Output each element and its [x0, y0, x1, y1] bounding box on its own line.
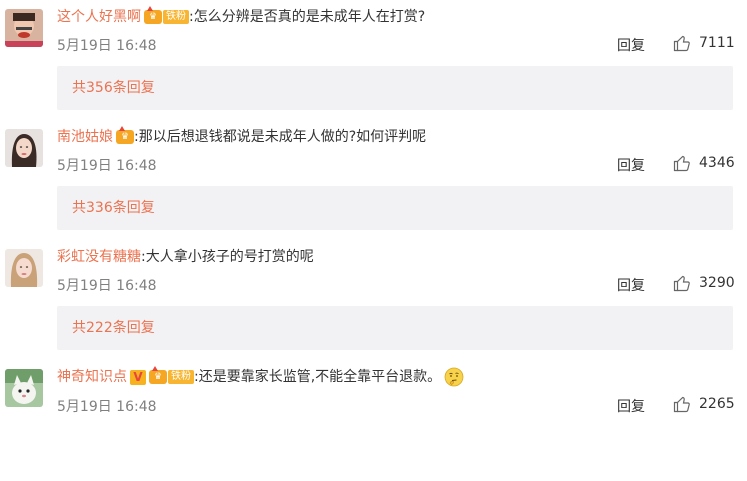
thumbs-up-icon [673, 274, 691, 292]
like-button[interactable]: 7111 [673, 34, 735, 52]
comment-header: 南池姑娘 ♛ : 那以后想退钱都说是未成年人做的?如何评判呢 [57, 126, 426, 148]
username[interactable]: 南池姑娘 [57, 126, 113, 148]
crown-vip-icon: ♛ [144, 6, 162, 24]
timestamp: 5月19日 16:48 [57, 158, 157, 174]
avatar[interactable] [5, 249, 43, 287]
comment-header: 神奇知识点 V ♛ 铁粉 : 还是要靠家长监管,不能全靠平台退款。 [57, 366, 464, 388]
timestamp: 5月19日 16:48 [57, 399, 157, 415]
view-replies-link[interactable]: 共222条回复 [72, 317, 155, 337]
avatar[interactable] [5, 129, 43, 167]
username[interactable]: 彩虹没有糖糖 [57, 246, 141, 268]
comment-text: 大人拿小孩子的号打赏的呢 [145, 249, 314, 265]
timestamp: 5月19日 16:48 [57, 278, 157, 294]
crown-vip-icon: ♛ [149, 366, 167, 384]
like-button[interactable]: 3290 [673, 274, 735, 292]
like-count: 2265 [699, 396, 735, 412]
crown-vip-icon: ♛ [116, 126, 134, 144]
vip-badge[interactable]: ♛ [116, 126, 134, 144]
like-count: 3290 [699, 275, 735, 291]
like-button[interactable]: 4346 [673, 154, 735, 172]
comment-item: 彩虹没有糖糖 : 大人拿小孩子的号打赏的呢 5月19日 16:48 回复 329… [0, 240, 747, 360]
comment-item: 南池姑娘 ♛ : 那以后想退钱都说是未成年人做的?如何评判呢 5月19日 16:… [0, 120, 747, 240]
comment-header: 这个人好黑啊 ♛ 铁粉 : 怎么分辨是否真的是未成年人在打赏? [57, 6, 425, 28]
vip-badge[interactable]: ♛ 铁粉 [149, 366, 194, 384]
reply-button[interactable]: 回复 [617, 35, 645, 55]
replies-bar: 共356条回复 [57, 66, 733, 110]
thumbs-up-icon [673, 34, 691, 52]
reply-button[interactable]: 回复 [617, 396, 645, 416]
reply-button[interactable]: 回复 [617, 275, 645, 295]
username[interactable]: 这个人好黑啊 [57, 6, 141, 28]
reply-button[interactable]: 回复 [617, 155, 645, 175]
vip-badge[interactable]: ♛ 铁粉 [144, 6, 189, 24]
like-count: 4346 [699, 155, 735, 171]
timestamp: 5月19日 16:48 [57, 38, 157, 54]
comment-item: 这个人好黑啊 ♛ 铁粉 : 怎么分辨是否真的是未成年人在打赏? 5月19日 16… [0, 0, 747, 120]
comment-text: 那以后想退钱都说是未成年人做的?如何评判呢 [138, 129, 427, 145]
username[interactable]: 神奇知识点 [57, 366, 127, 388]
thumbs-up-icon [673, 395, 691, 413]
view-replies-link[interactable]: 共336条回复 [72, 197, 155, 217]
comment-text: 怎么分辨是否真的是未成年人在打赏? [193, 9, 426, 25]
v-verified-icon[interactable]: V [130, 369, 146, 385]
avatar[interactable] [5, 9, 43, 47]
like-count: 7111 [699, 35, 735, 51]
like-button[interactable]: 2265 [673, 395, 735, 413]
thumbs-up-icon [673, 154, 691, 172]
comment-header: 彩虹没有糖糖 : 大人拿小孩子的号打赏的呢 [57, 246, 314, 268]
fan-tag: 铁粉 [163, 10, 189, 24]
replies-bar: 共336条回复 [57, 186, 733, 230]
replies-bar: 共222条回复 [57, 306, 733, 350]
fan-tag: 铁粉 [168, 370, 194, 384]
avatar[interactable] [5, 369, 43, 407]
thinking-face-emoji-icon [444, 367, 464, 387]
view-replies-link[interactable]: 共356条回复 [72, 77, 155, 97]
comment-item: 神奇知识点 V ♛ 铁粉 : 还是要靠家长监管,不能全靠平台退款。 5月19日 … [0, 361, 747, 481]
comment-text: 还是要靠家长监管,不能全靠平台退款。 [198, 369, 442, 385]
